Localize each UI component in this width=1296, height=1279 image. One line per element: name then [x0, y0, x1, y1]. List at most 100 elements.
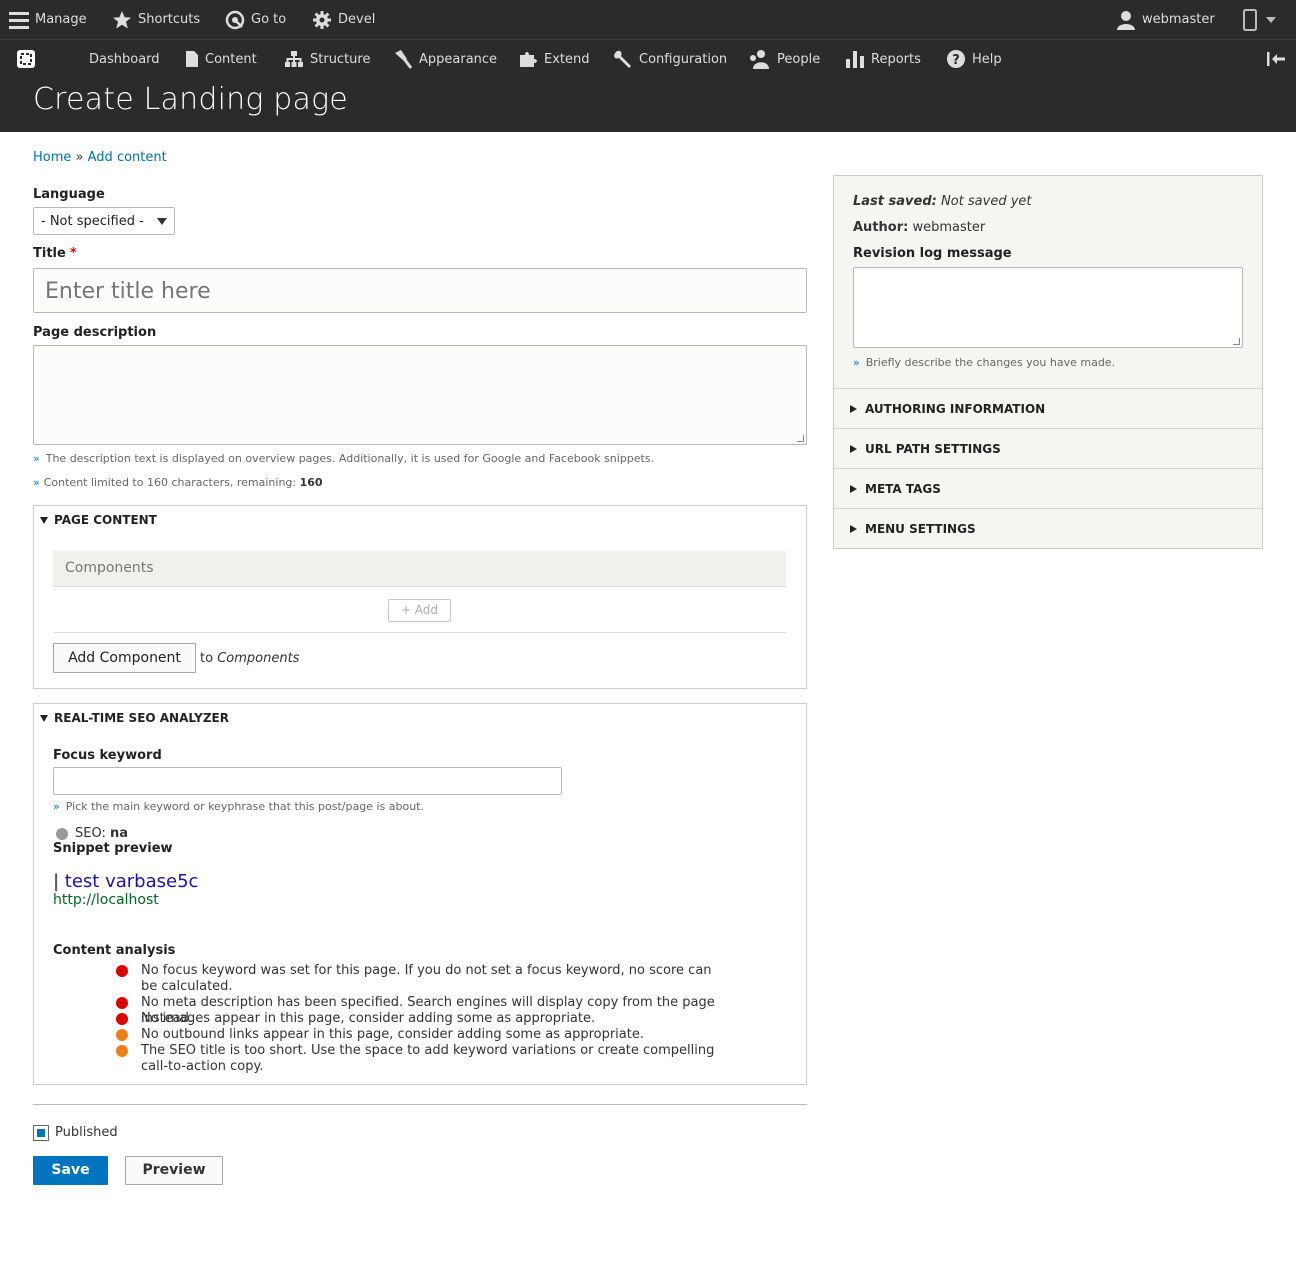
- resize-handle-icon[interactable]: [1233, 338, 1240, 345]
- raquo-icon: »: [33, 476, 40, 489]
- save-button[interactable]: Save: [33, 1156, 108, 1185]
- char-limit-text: Content limited to 160 characters, remai…: [43, 476, 300, 489]
- triangle-right-icon: [850, 404, 857, 413]
- add-paragraph-button[interactable]: + Add: [388, 599, 451, 622]
- device-icon: [1243, 8, 1257, 31]
- collapse-toolbar[interactable]: [1266, 40, 1286, 78]
- seo-legend-text: REAL-TIME SEO ANALYZER: [54, 711, 229, 725]
- manage-tab[interactable]: Manage: [9, 0, 87, 39]
- author-label: Author:: [853, 220, 909, 235]
- tray-configuration[interactable]: Configuration: [613, 40, 727, 78]
- seo-legend[interactable]: REAL-TIME SEO ANALYZER: [40, 711, 229, 725]
- tray-structure-label: Structure: [310, 51, 371, 67]
- tray-people-label: People: [777, 51, 821, 67]
- language-select[interactable]: - Not specified -: [33, 207, 175, 235]
- analysis-status-dot: [116, 1045, 128, 1057]
- author: Author: webmaster: [853, 220, 985, 235]
- seo-status-dot: [56, 827, 68, 840]
- description-help-text: The description text is displayed on ove…: [45, 452, 655, 465]
- last-saved: Last saved: Not saved yet: [853, 194, 1032, 209]
- sidebar-section-label: AUTHORING INFORMATION: [865, 401, 1046, 416]
- revision-log-textarea[interactable]: [853, 267, 1243, 348]
- language-select-value: - Not specified -: [41, 213, 144, 229]
- hamburger-icon: [9, 11, 29, 29]
- breadcrumb-home[interactable]: Home: [33, 150, 71, 165]
- star-icon: [113, 10, 131, 28]
- goto-icon: [225, 10, 245, 29]
- devel-label: Devel: [338, 12, 376, 27]
- tray-reports[interactable]: Reports: [845, 40, 921, 78]
- goto-tab[interactable]: Go to: [225, 0, 286, 39]
- triangle-down-icon: [40, 714, 48, 722]
- meta-sidebar: Last saved: Not saved yet Author: webmas…: [833, 175, 1263, 549]
- title-label-text: Title: [33, 246, 66, 261]
- tray-extend[interactable]: Extend: [518, 40, 590, 78]
- snippet-url: http://localhost: [53, 892, 159, 908]
- description-textarea[interactable]: [33, 345, 807, 445]
- puzzle-icon: [520, 52, 537, 67]
- title-input[interactable]: Enter title here: [33, 268, 807, 313]
- triangle-right-icon: [850, 444, 857, 453]
- admin-toolbar: Manage Shortcuts Go to Devel webmaster: [0, 0, 1296, 39]
- analysis-status-dot: [116, 997, 128, 1009]
- triangle-right-icon: [850, 524, 857, 533]
- description-help: » The description text is displayed on ov…: [33, 452, 654, 465]
- user-label: webmaster: [1142, 12, 1215, 27]
- sidebar-section-meta-tags[interactable]: META TAGS: [834, 468, 1262, 508]
- gear-icon: [313, 10, 331, 29]
- triangle-right-icon: [850, 484, 857, 493]
- published-label: Published: [55, 1125, 118, 1140]
- user-icon: [1117, 10, 1135, 30]
- content-analysis-label: Content analysis: [53, 943, 176, 958]
- orientation-toggle[interactable]: [1243, 0, 1277, 39]
- chevron-down-icon: [157, 218, 167, 225]
- tray-configuration-label: Configuration: [639, 51, 728, 67]
- sidebar-section-authoring-information[interactable]: AUTHORING INFORMATION: [834, 388, 1262, 428]
- sidebar-section-label: META TAGS: [865, 481, 941, 496]
- to-target: Components: [217, 651, 300, 666]
- tray-content[interactable]: Content: [185, 40, 257, 78]
- page-title: Create Landing page: [33, 82, 348, 117]
- add-component-button[interactable]: Add Component: [53, 643, 196, 673]
- preview-button[interactable]: Preview: [125, 1156, 223, 1185]
- raquo-icon: »: [33, 452, 40, 465]
- tray-help[interactable]: ? Help: [946, 40, 1002, 78]
- published-checkbox[interactable]: [33, 1125, 49, 1141]
- seo-score: SEO: na: [56, 826, 128, 841]
- revision-log-label: Revision log message: [853, 246, 1012, 261]
- breadcrumb-add-content[interactable]: Add content: [88, 150, 167, 165]
- shortcuts-tab[interactable]: Shortcuts: [112, 0, 200, 39]
- description-label: Page description: [33, 325, 157, 340]
- tray-appearance[interactable]: Appearance: [393, 40, 497, 78]
- sidebar-section-menu-settings[interactable]: MENU SETTINGS: [834, 508, 1262, 548]
- focus-keyword-help: » Pick the main keyword or keyphrase that…: [53, 800, 424, 813]
- sidebar-section-url-path-settings[interactable]: URL PATH SETTINGS: [834, 428, 1262, 468]
- home-link[interactable]: [16, 40, 36, 78]
- shortcuts-label: Shortcuts: [138, 12, 201, 27]
- author-value: webmaster: [912, 220, 986, 235]
- tray-help-label: Help: [972, 51, 1002, 67]
- bar-chart-icon: [846, 51, 864, 68]
- focus-keyword-help-text: Pick the main keyword or keyphrase that …: [65, 800, 424, 813]
- analysis-status-dot: [116, 1013, 128, 1025]
- devel-tab[interactable]: Devel: [312, 0, 375, 39]
- tray-dashboard[interactable]: Dashboard: [89, 40, 160, 78]
- focus-keyword-input[interactable]: [53, 767, 562, 795]
- resize-handle-icon[interactable]: [797, 435, 804, 442]
- tray-dashboard-label: Dashboard: [89, 51, 160, 67]
- user-tab[interactable]: webmaster: [1116, 0, 1215, 39]
- wrench-icon: [614, 50, 631, 68]
- components-header: Components: [53, 551, 786, 587]
- focus-keyword-label: Focus keyword: [53, 748, 162, 763]
- sitemap-icon: [285, 51, 303, 67]
- tray-structure[interactable]: Structure: [284, 40, 370, 78]
- required-marker: *: [69, 246, 77, 261]
- svg-text:?: ?: [952, 53, 960, 68]
- analysis-text: No outbound links appear in this page, c…: [141, 1027, 644, 1042]
- analysis-status-dot: [116, 965, 128, 977]
- manage-label: Manage: [35, 12, 87, 27]
- goto-label: Go to: [251, 12, 287, 27]
- people-icon: [750, 50, 769, 69]
- tray-people[interactable]: People: [749, 40, 820, 78]
- page-content-legend[interactable]: PAGE CONTENT: [40, 513, 157, 527]
